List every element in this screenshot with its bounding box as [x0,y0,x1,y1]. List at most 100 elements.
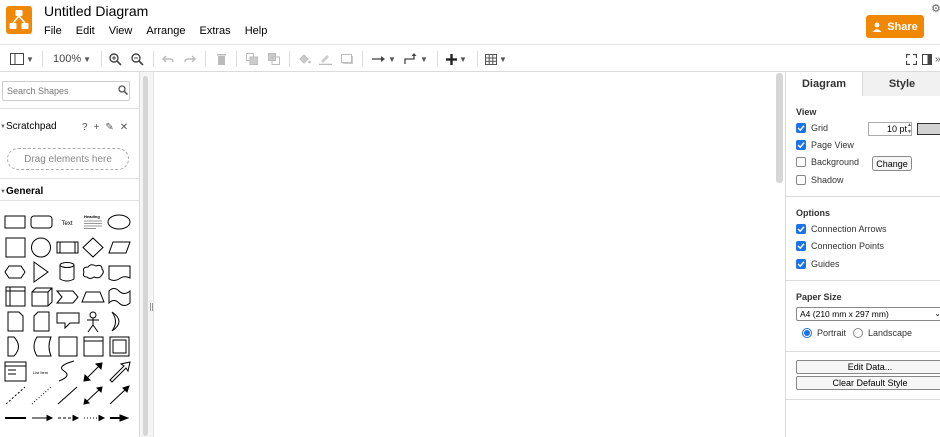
rectangle-2-shape[interactable] [58,336,78,357]
page-view-checkbox[interactable]: Page View [796,140,854,150]
background-checkbox[interactable]: Background [796,157,859,167]
delay-shape[interactable] [7,336,19,357]
callout-shape[interactable] [56,312,80,330]
card-shape[interactable] [33,311,50,332]
arrow-line-shape[interactable] [32,414,54,422]
curve-shape[interactable] [58,360,75,382]
tab-style[interactable]: Style [862,72,940,96]
settings-gear-icon[interactable]: ⚙ [931,2,940,15]
menu-file[interactable]: File [44,25,62,37]
arrow-shape[interactable] [109,361,131,383]
ellipse-shape[interactable] [107,214,131,230]
bidirectional-arrow-shape[interactable] [83,362,103,382]
menu-arrange[interactable]: Arrange [146,25,185,37]
general-section-title[interactable]: General [6,186,43,197]
dashed-line-shape[interactable] [5,386,26,405]
document-shape[interactable] [108,265,131,281]
search-icon[interactable] [118,85,128,95]
process-shape[interactable] [56,241,79,254]
help-icon[interactable]: ? [82,122,88,133]
circle-shape[interactable] [31,237,51,258]
connection-arrows-checkbox[interactable]: Connection Arrows [796,224,887,234]
change-background-button[interactable]: Change [872,156,912,171]
text-shape[interactable]: Text [61,221,72,227]
tab-diagram[interactable]: Diagram [786,72,862,96]
delete-button[interactable] [216,49,227,69]
paper-size-select[interactable]: A4 (210 mm x 297 mm) ⌄ [796,307,940,321]
cube-shape[interactable] [31,287,53,307]
list-item-shape[interactable]: List Item [33,370,49,375]
diamond-shape[interactable] [82,237,104,258]
sidebar-scrollbar[interactable] [140,72,154,437]
sidebar-resize-handle[interactable] [150,303,153,311]
shadow-checkbox[interactable]: Shadow [796,175,844,185]
step-shape[interactable] [55,290,79,304]
to-back-button[interactable] [268,49,280,69]
triangle-shape[interactable] [33,261,49,283]
undo-button[interactable] [162,49,174,69]
add-icon[interactable]: + [94,122,100,133]
close-icon[interactable]: ✕ [120,122,128,133]
square-shape[interactable] [5,237,26,258]
canvas-scrollbar[interactable] [776,73,783,183]
grid-checkbox[interactable]: Grid [796,123,828,133]
menu-extras[interactable]: Extras [200,25,231,37]
parallelogram-shape[interactable] [108,241,131,254]
collapse-chevron-icon[interactable]: » [935,49,940,69]
zoom-dropdown[interactable]: 100% ▼ [53,49,91,69]
redo-button[interactable] [184,49,196,69]
grid-color-swatch[interactable] [917,123,940,135]
search-shapes-input[interactable] [2,81,130,101]
fullscreen-button[interactable] [906,49,917,69]
landscape-radio[interactable]: Landscape [853,328,912,338]
grid-size-spinner[interactable]: ▲ ▼ [906,122,913,136]
cylinder-shape[interactable] [59,262,75,282]
actor-shape[interactable] [87,311,99,333]
list-shape[interactable] [4,361,27,382]
zoom-in-button[interactable] [109,49,122,69]
diagram-title[interactable]: Untitled Diagram [44,3,148,19]
format-panel-toggle-button[interactable]: ▼ [10,49,34,69]
container-shape[interactable] [83,336,104,357]
zoom-out-button[interactable] [131,49,144,69]
cloud-shape[interactable] [82,264,104,279]
line-shape[interactable] [57,386,78,405]
edit-data-button[interactable]: Edit Data... [796,360,940,374]
hexagon-shape[interactable] [4,265,26,279]
diagram-canvas[interactable] [155,72,785,437]
menu-edit[interactable]: Edit [76,25,95,37]
scratchpad-dropzone[interactable]: Drag elements here [7,148,129,170]
connection-points-checkbox[interactable]: Connection Points [796,241,884,251]
clear-default-style-button[interactable]: Clear Default Style [796,376,940,390]
internal-storage-shape[interactable] [5,286,26,307]
guides-checkbox[interactable]: Guides [796,259,840,269]
directional-connector-shape[interactable] [109,385,130,405]
waypoints-button[interactable]: ▼ [404,49,428,69]
line-color-button[interactable] [319,49,332,69]
connection-style-button[interactable]: ▼ [372,49,396,69]
edit-icon[interactable]: ✎ [105,122,113,133]
dotted-line-shape[interactable] [31,386,52,405]
note-shape[interactable] [7,311,24,332]
toggle-format-panel-button[interactable] [922,49,932,69]
portrait-radio[interactable]: Portrait [802,328,846,338]
textbox-shape[interactable]: Heading [84,214,102,229]
scratchpad-title[interactable]: Scratchpad [6,121,57,132]
menu-help[interactable]: Help [245,25,268,37]
or-shape[interactable] [111,311,120,332]
rounded-rectangle-shape[interactable] [30,215,53,229]
fill-color-button[interactable] [298,49,311,69]
data-storage-shape[interactable] [33,336,52,357]
menu-view[interactable]: View [109,25,133,37]
bidirectional-connector-shape[interactable] [83,386,103,405]
trapezoid-shape[interactable] [81,291,105,303]
table-button[interactable]: ▼ [485,49,507,69]
to-front-button[interactable] [246,49,258,69]
share-button[interactable]: Share [866,15,924,38]
link-arrow-shape[interactable] [110,414,130,422]
frame-shape[interactable] [109,336,130,357]
dotted-arrow-shape[interactable] [84,414,106,422]
shadow-button[interactable] [341,49,354,69]
rectangle-shape[interactable] [4,215,26,229]
tape-shape[interactable] [108,288,131,306]
